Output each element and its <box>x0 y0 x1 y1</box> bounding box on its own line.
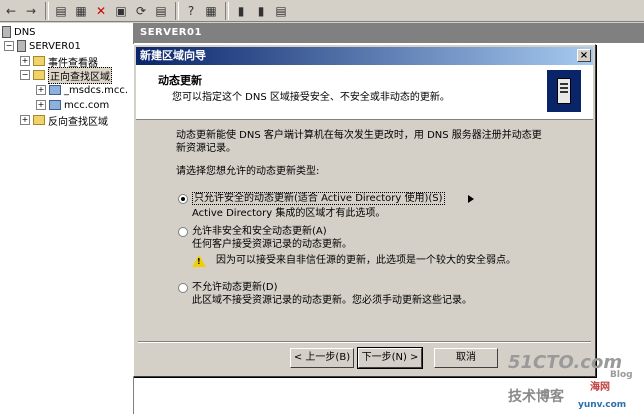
intro-text-line1: 动态更新能使 DNS 客户端计算机在每次发生更改时，用 DNS 服务器注册并动态… <box>176 130 542 141</box>
back-arrow-icon[interactable]: ← <box>2 2 20 20</box>
server-list-icon[interactable]: ▮ <box>232 2 250 20</box>
properties-icon[interactable]: ▣ <box>112 2 130 20</box>
option-nonsecure-desc: 任何客户接受资源记录的动态更新。 <box>192 239 352 250</box>
tree-item-label: DNS <box>14 26 36 38</box>
expand-toggle[interactable]: + <box>20 56 30 66</box>
dialog-titlebar[interactable]: 新建区域向导 × <box>136 47 593 65</box>
option-secure-only-label[interactable]: 只允许安全的动态更新(适合 Active Directory 使用)(S) <box>192 192 445 205</box>
radio-nonsecure-and-secure[interactable] <box>178 227 188 237</box>
toolbar-separator <box>175 1 179 20</box>
choose-prompt: 请选择您想允许的动态更新类型: <box>176 166 320 177</box>
option-none-desc: 此区域不接受资源记录的动态更新。您必须手动更新这些记录。 <box>192 295 472 306</box>
intro-text-line2: 新资源记录。 <box>176 143 236 154</box>
mouse-cursor-icon <box>468 195 474 203</box>
tree-item-zone-msdcs[interactable]: + _msdcs.mcc. <box>36 83 128 97</box>
tree-item-reverse-zones[interactable]: + 反向查找区域 <box>20 113 108 128</box>
tree-item-label: SERVER01 <box>29 40 81 52</box>
expand-toggle[interactable]: + <box>20 115 30 125</box>
wizard-page-subtitle: 您可以指定这个 DNS 区域接受安全、不安全或非动态的更新。 <box>172 92 450 103</box>
option-nonsecure-label[interactable]: 允许非安全和安全动态更新(A) <box>192 225 327 238</box>
radio-no-dynamic-updates[interactable] <box>178 283 188 293</box>
export-list-icon[interactable]: ▤ <box>152 2 170 20</box>
zone-icon <box>49 100 61 110</box>
tree-item-forward-zones[interactable]: − 正向查找区域 <box>20 66 112 84</box>
back-button[interactable]: < 上一步(B) <box>290 348 354 368</box>
collapse-toggle[interactable]: − <box>20 70 30 80</box>
tree-item-zone-mcc[interactable]: + mcc.com <box>36 98 109 112</box>
cancel-button[interactable]: 取消 <box>434 348 498 368</box>
dns-icon <box>2 26 11 38</box>
dns-server-icon <box>547 70 581 112</box>
details-header: SERVER01 <box>134 23 644 43</box>
forward-arrow-icon[interactable]: → <box>22 2 40 20</box>
expand-toggle[interactable]: + <box>36 85 46 95</box>
folder-icon <box>33 115 45 125</box>
option-nonsecure-warning: 因为可以接受来自非信任源的更新，此选项是一个较大的安全弱点。 <box>216 255 516 266</box>
tree-item-label: 正向查找区域 <box>48 66 112 84</box>
wizard-header: 动态更新 您可以指定这个 DNS 区域接受安全、不安全或非动态的更新。 <box>136 65 593 120</box>
new-zone-wizard-dialog: 新建区域向导 × 动态更新 您可以指定这个 DNS 区域接受安全、不安全或非动态… <box>133 44 596 377</box>
watermark-yunv: yunv.com <box>578 400 627 410</box>
mmc-window: ← → ▤ ▦ ✕ ▣ ⟳ ▤ ? ▦ ▮ ▮ ▤ DNS − SERVER01… <box>0 0 644 414</box>
warning-icon: ! <box>192 255 206 267</box>
watermark-haohai: 海网 <box>590 382 610 393</box>
dialog-title: 新建区域向导 <box>140 49 206 62</box>
folder-icon[interactable]: ▤ <box>272 2 290 20</box>
server-icon <box>17 40 26 52</box>
view-icon[interactable]: ▦ <box>202 2 220 20</box>
up-folder-icon[interactable]: ▤ <box>52 2 70 20</box>
toolbar-separator <box>45 1 49 20</box>
show-tree-icon[interactable]: ▦ <box>72 2 90 20</box>
refresh-icon[interactable]: ⟳ <box>132 2 150 20</box>
collapse-toggle[interactable]: − <box>4 41 14 51</box>
folder-icon <box>33 70 45 80</box>
next-button[interactable]: 下一步(N) > <box>357 347 423 369</box>
toolbar-separator <box>225 1 229 20</box>
server-icon[interactable]: ▮ <box>252 2 270 20</box>
tree-item-label: mcc.com <box>64 99 110 111</box>
wizard-page-title: 动态更新 <box>158 74 202 87</box>
option-none-label[interactable]: 不允许动态更新(D) <box>192 281 278 294</box>
watermark-blog: Blog <box>610 370 633 380</box>
toolbar: ← → ▤ ▦ ✕ ▣ ⟳ ▤ ? ▦ ▮ ▮ ▤ <box>0 0 644 22</box>
help-icon[interactable]: ? <box>182 2 200 20</box>
watermark-51cto: 51CTO.com <box>508 352 623 373</box>
tree-item-dns[interactable]: DNS <box>2 25 36 39</box>
tree-item-label: _msdcs.mcc. <box>64 84 129 96</box>
button-separator <box>138 341 591 343</box>
zone-icon <box>49 85 61 95</box>
delete-icon[interactable]: ✕ <box>92 2 110 20</box>
radio-secure-only[interactable] <box>178 194 188 204</box>
tree-item-server[interactable]: − SERVER01 <box>4 39 81 53</box>
watermark-tech-blog: 技术博客 <box>508 389 564 405</box>
console-tree: DNS − SERVER01 + 事件查看器 − 正向查找区域 + _msdcs… <box>0 23 134 414</box>
option-secure-only-desc: Active Directory 集成的区域才有此选项。 <box>192 208 386 219</box>
tree-item-label: 反向查找区域 <box>48 116 108 128</box>
event-viewer-icon <box>33 56 45 66</box>
close-button[interactable]: × <box>577 49 591 62</box>
expand-toggle[interactable]: + <box>36 100 46 110</box>
